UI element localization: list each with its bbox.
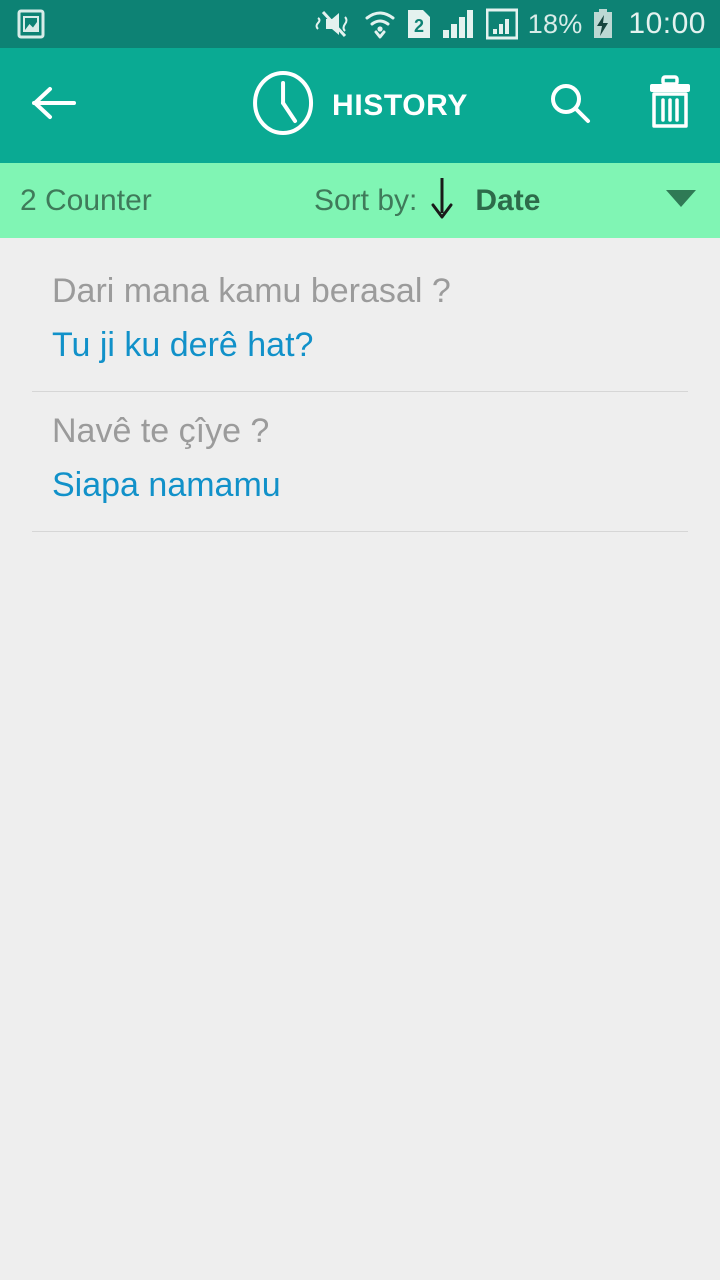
battery-percent-label: 18% <box>527 8 583 39</box>
app-bar-title-block: HISTORY <box>252 70 468 141</box>
page-title: HISTORY <box>332 88 468 122</box>
back-arrow-icon <box>30 83 78 128</box>
sim-2-icon: 2 <box>406 8 432 40</box>
search-icon <box>547 80 593 131</box>
mute-vibrate-icon <box>314 8 354 40</box>
counter-label: 2 Counter <box>20 183 152 217</box>
sort-by-control[interactable]: Sort by: Date <box>314 175 540 226</box>
svg-text:2: 2 <box>414 16 424 36</box>
history-source-text: Navê te çîye ? <box>52 412 270 451</box>
image-notification-icon <box>16 9 46 39</box>
app-bar-actions <box>542 75 698 136</box>
sort-bar: 2 Counter Sort by: Date <box>0 163 720 238</box>
signal-bars-boxed-icon <box>485 8 518 40</box>
sort-by-label: Sort by: <box>314 183 418 217</box>
signal-bars-icon <box>442 8 476 40</box>
history-list: Dari mana kamu berasal ? Tu ji ku derê h… <box>0 238 720 533</box>
status-bar-clock: 10:00 <box>628 7 706 40</box>
sort-dropdown-button[interactable] <box>660 180 702 222</box>
caret-down-icon <box>664 187 698 214</box>
list-item[interactable]: Dari mana kamu berasal ? Tu ji ku derê h… <box>0 252 720 367</box>
list-divider <box>32 531 688 533</box>
status-bar: 2 18% 10:00 <box>0 0 720 48</box>
status-bar-indicators: 2 18% 10:00 <box>314 8 706 40</box>
status-bar-notifications <box>16 9 46 39</box>
history-target-text: Tu ji ku derê hat? <box>52 325 314 364</box>
arrow-down-icon[interactable] <box>429 175 455 226</box>
back-button[interactable] <box>26 78 82 134</box>
sort-value-label: Date <box>475 183 541 217</box>
list-item[interactable]: Navê te çîye ? Siapa namamu <box>0 392 720 507</box>
delete-history-button[interactable] <box>642 75 698 136</box>
history-source-text: Dari mana kamu berasal ? <box>52 272 451 310</box>
app-bar: HISTORY <box>0 48 720 163</box>
history-target-text: Siapa namamu <box>52 465 281 504</box>
search-button[interactable] <box>542 78 598 134</box>
clock-icon <box>252 70 314 141</box>
trash-icon <box>645 75 695 136</box>
wifi-icon <box>364 8 396 40</box>
battery-charging-icon <box>592 8 614 40</box>
